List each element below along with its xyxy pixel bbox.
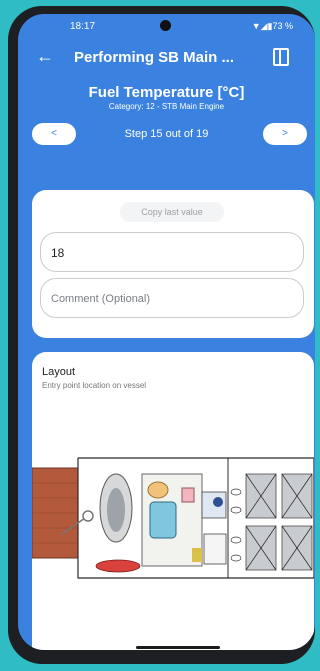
page-title: Performing SB Main ... <box>74 49 235 66</box>
value-field[interactable]: 18 <box>40 232 304 272</box>
layout-title: Layout <box>42 366 76 378</box>
vessel-deck-plan <box>32 457 314 579</box>
layout-card: Layout Entry point location on vessel <box>32 352 314 650</box>
next-step-button[interactable]: > <box>263 123 307 145</box>
gesture-bar <box>136 646 220 649</box>
app-bar: ← Performing SB Main ... <box>18 38 315 78</box>
copy-last-value-button[interactable]: Copy last value <box>120 202 224 222</box>
measurement-title: Fuel Temperature [°C] <box>88 84 245 101</box>
layout-subtitle: Entry point location on vessel <box>42 381 147 390</box>
step-navigator: < Step 15 out of 19 > <box>18 123 315 149</box>
back-arrow-icon[interactable]: ← <box>36 46 54 67</box>
camera-cutout <box>160 20 171 31</box>
map-icon[interactable] <box>273 48 289 66</box>
measurement-header: Fuel Temperature [°C] Category: 12 - STB… <box>18 84 315 111</box>
input-card: Copy last value 18 Comment (Optional) <box>32 190 314 338</box>
status-time: 18:17 <box>70 21 96 32</box>
status-indicators: ▼◢▮73 % <box>251 21 293 31</box>
status-bar: 18:17 ▼◢▮73 % <box>18 14 315 38</box>
measurement-category: Category: 12 - STB Main Engine <box>108 102 225 111</box>
app-screen: 18:17 ▼◢▮73 % ← Performing SB Main ... F… <box>18 14 315 650</box>
comment-field[interactable]: Comment (Optional) <box>40 278 304 318</box>
